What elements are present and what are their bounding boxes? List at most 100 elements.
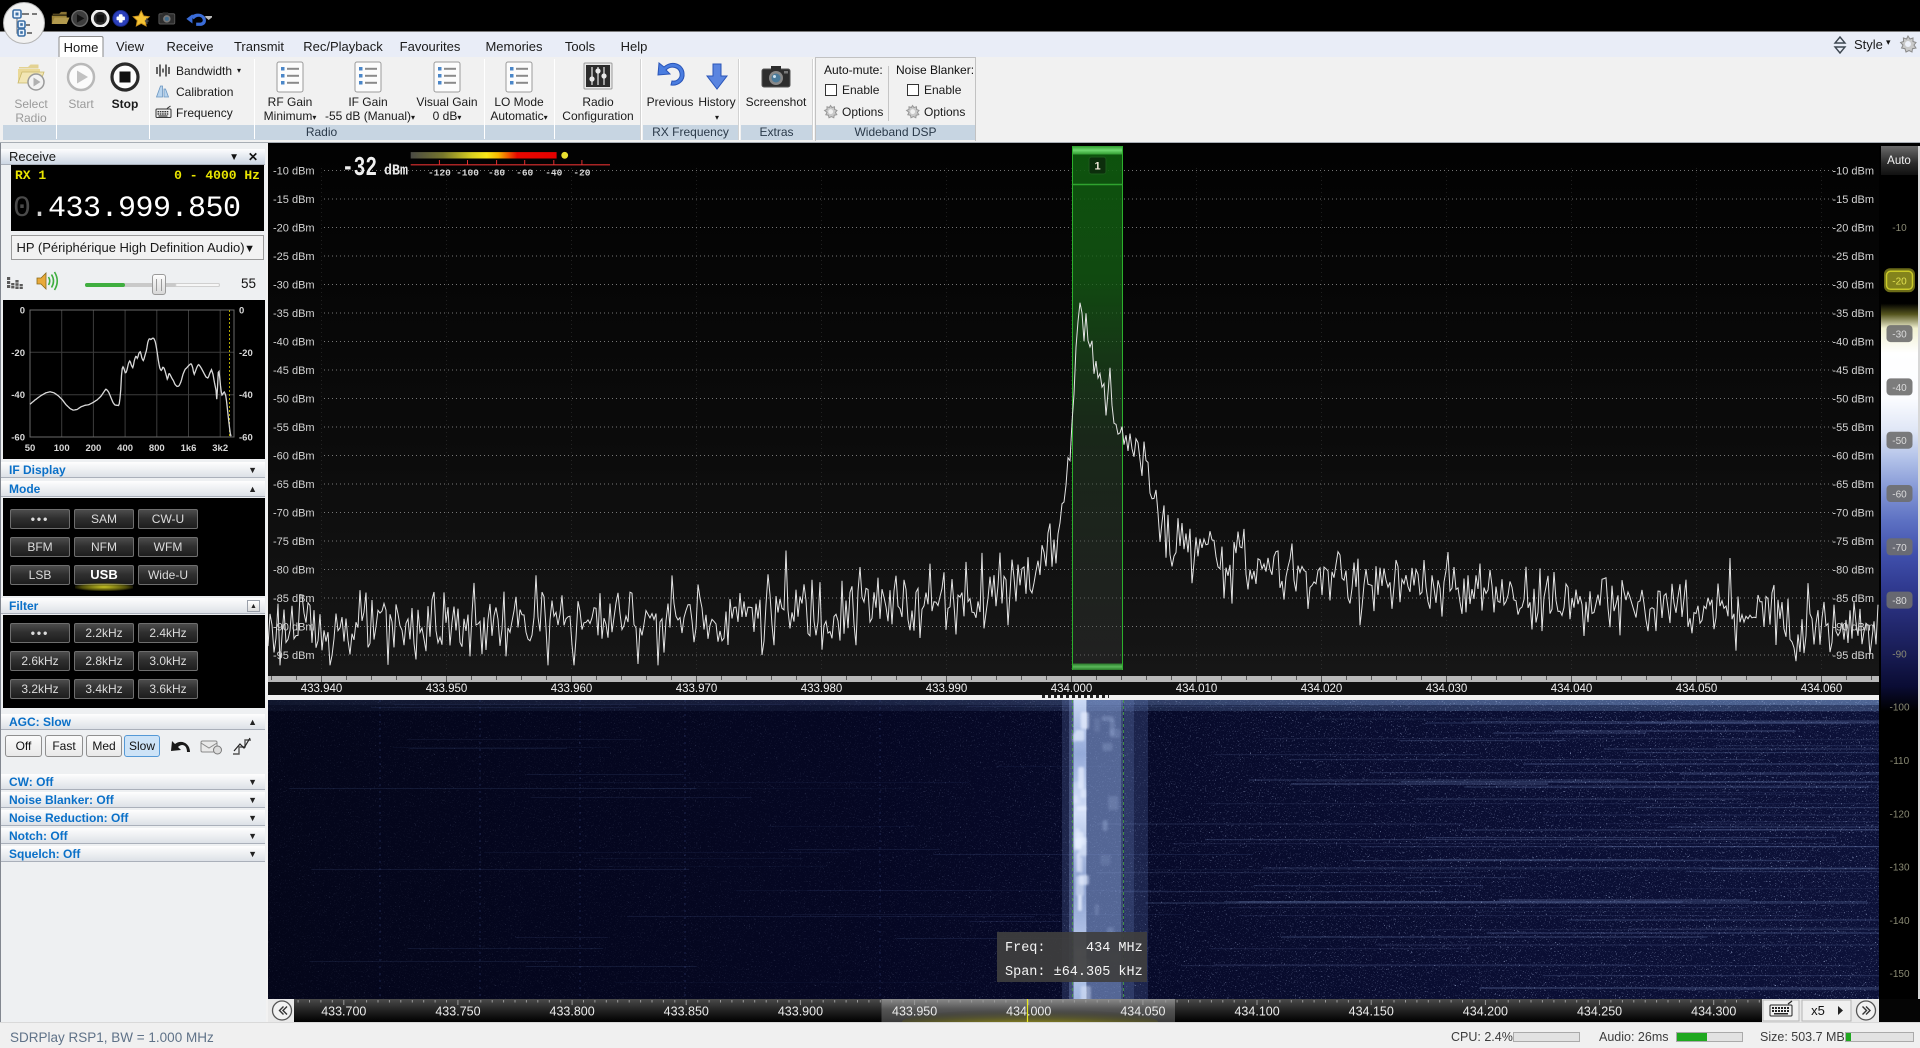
svg-text:-45 dBm: -45 dBm	[273, 365, 315, 377]
svg-text:x5: x5	[1811, 1003, 1825, 1018]
svg-text:-15 dBm: -15 dBm	[273, 194, 315, 206]
svg-text:-70 dBm: -70 dBm	[273, 508, 315, 520]
svg-text:434.100: 434.100	[1234, 1005, 1279, 1019]
svg-text:50: 50	[25, 443, 36, 454]
svg-text:-20: -20	[11, 348, 25, 359]
svg-text:-90 dBm: -90 dBm	[273, 622, 315, 634]
svg-text:-100: -100	[1889, 703, 1909, 714]
svg-text:-40: -40	[11, 390, 25, 401]
svg-text:-75 dBm: -75 dBm	[273, 536, 315, 548]
svg-text:-80 dBm: -80 dBm	[1832, 565, 1874, 577]
svg-text:-90: -90	[1892, 649, 1907, 660]
svg-text:100: 100	[54, 443, 70, 454]
svg-text:434.000: 434.000	[1006, 1005, 1051, 1019]
svg-text:-140: -140	[1889, 916, 1909, 927]
svg-text:-32: -32	[342, 154, 377, 184]
svg-text:-50 dBm: -50 dBm	[1832, 394, 1874, 406]
svg-text:434.250: 434.250	[1577, 1005, 1622, 1019]
svg-text:-80 dBm: -80 dBm	[273, 565, 315, 577]
svg-text:-20 dBm: -20 dBm	[273, 223, 315, 235]
svg-text:1: 1	[1094, 161, 1100, 173]
svg-text:-10: -10	[1892, 223, 1907, 234]
svg-text:-25 dBm: -25 dBm	[273, 251, 315, 263]
svg-text:434.030: 434.030	[1426, 683, 1468, 695]
svg-text:-20 dBm: -20 dBm	[1832, 223, 1874, 235]
svg-text:-100: -100	[456, 168, 479, 179]
svg-text:433.700: 433.700	[321, 1005, 366, 1019]
svg-text:1k6: 1k6	[181, 443, 197, 454]
svg-text:Span: ±64.305 kHz: Span: ±64.305 kHz	[1005, 965, 1143, 980]
svg-text:-35 dBm: -35 dBm	[273, 308, 315, 320]
svg-text:-55 dBm: -55 dBm	[1832, 422, 1874, 434]
svg-text:434.010: 434.010	[1176, 683, 1218, 695]
svg-text:434.300: 434.300	[1691, 1005, 1736, 1019]
svg-text:433.980: 433.980	[801, 683, 843, 695]
svg-text:-60: -60	[1892, 490, 1907, 501]
svg-text:433.850: 433.850	[664, 1005, 709, 1019]
svg-text:-70: -70	[1892, 543, 1907, 554]
svg-text:434.150: 434.150	[1349, 1005, 1394, 1019]
svg-text:-20: -20	[573, 168, 590, 179]
svg-text:434.200: 434.200	[1463, 1005, 1508, 1019]
svg-text:-75 dBm: -75 dBm	[1832, 536, 1874, 548]
svg-text:433.990: 433.990	[926, 683, 968, 695]
svg-text:-10 dBm: -10 dBm	[1832, 166, 1874, 178]
svg-text:-15 dBm: -15 dBm	[1832, 194, 1874, 206]
svg-text:-80: -80	[1892, 596, 1907, 607]
svg-text:400: 400	[117, 443, 133, 454]
svg-text:dBm: dBm	[384, 164, 408, 180]
svg-text:434.060: 434.060	[1801, 683, 1843, 695]
svg-text:-120: -120	[428, 168, 451, 179]
svg-text:-60: -60	[11, 433, 25, 444]
svg-text:-65 dBm: -65 dBm	[1832, 479, 1874, 491]
svg-text:-60 dBm: -60 dBm	[273, 451, 315, 463]
svg-text:Freq: 434 MHz: Freq: 434 MHz	[1005, 941, 1143, 956]
svg-text:-60: -60	[239, 433, 253, 444]
svg-text:-65 dBm: -65 dBm	[273, 479, 315, 491]
svg-text:-70 dBm: -70 dBm	[1832, 508, 1874, 520]
svg-text:433.960: 433.960	[551, 683, 593, 695]
svg-text:-45 dBm: -45 dBm	[1832, 365, 1874, 377]
svg-text:-85 dBm: -85 dBm	[1832, 593, 1874, 605]
svg-text:-40: -40	[239, 390, 253, 401]
svg-text:-110: -110	[1890, 756, 1910, 767]
svg-text:-130: -130	[1889, 863, 1909, 874]
svg-text:800: 800	[149, 443, 165, 454]
svg-text:433.970: 433.970	[676, 683, 718, 695]
svg-text:-40: -40	[1892, 383, 1907, 394]
svg-text:433.900: 433.900	[778, 1005, 823, 1019]
svg-text:-50: -50	[1892, 436, 1907, 447]
svg-text:-55 dBm: -55 dBm	[273, 422, 315, 434]
svg-text:-40: -40	[545, 168, 562, 179]
svg-text:-95 dBm: -95 dBm	[273, 650, 315, 662]
svg-text:-30 dBm: -30 dBm	[273, 280, 315, 292]
svg-text:433.800: 433.800	[550, 1005, 595, 1019]
svg-text:-60 dBm: -60 dBm	[1832, 451, 1874, 463]
svg-text:-85 dBm: -85 dBm	[273, 593, 315, 605]
svg-text:433.950: 433.950	[426, 683, 468, 695]
svg-text:433.950: 433.950	[892, 1005, 937, 1019]
svg-text:-120: -120	[1889, 809, 1909, 820]
svg-text:434.040: 434.040	[1551, 683, 1593, 695]
svg-text:434.020: 434.020	[1301, 683, 1343, 695]
svg-text:-30 dBm: -30 dBm	[1832, 280, 1874, 292]
svg-text:200: 200	[85, 443, 101, 454]
svg-text:-60: -60	[516, 168, 533, 179]
svg-text:-20: -20	[1892, 276, 1907, 287]
svg-text:-10 dBm: -10 dBm	[273, 166, 315, 178]
svg-text:-50 dBm: -50 dBm	[273, 394, 315, 406]
svg-text:434.050: 434.050	[1120, 1005, 1165, 1019]
svg-text:0: 0	[239, 306, 244, 317]
svg-text:-90 dBm: -90 dBm	[1832, 622, 1874, 634]
svg-text:3k2: 3k2	[212, 443, 228, 454]
svg-text:Auto: Auto	[1887, 155, 1911, 167]
svg-text:433.750: 433.750	[435, 1005, 480, 1019]
svg-text:0: 0	[20, 306, 25, 317]
svg-text:-30: -30	[1892, 330, 1907, 341]
svg-text:434.000: 434.000	[1051, 683, 1093, 695]
svg-text:-40 dBm: -40 dBm	[1832, 337, 1874, 349]
svg-text:-40 dBm: -40 dBm	[273, 337, 315, 349]
svg-text:-95 dBm: -95 dBm	[1832, 650, 1874, 662]
svg-text:-150: -150	[1889, 969, 1909, 980]
svg-text:-25 dBm: -25 dBm	[1832, 251, 1874, 263]
